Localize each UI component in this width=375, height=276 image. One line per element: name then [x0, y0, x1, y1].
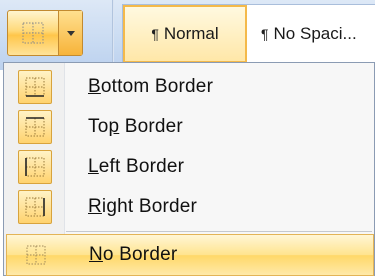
all-borders-icon — [22, 22, 44, 44]
bottom-border-icon — [18, 70, 52, 104]
chevron-down-icon — [66, 31, 75, 36]
menu-item-label: Bottom Border — [88, 76, 214, 97]
borders-split-button[interactable] — [7, 10, 83, 56]
menu-item-label: Top Border — [88, 116, 183, 137]
menu-item-label: Left Border — [88, 156, 185, 177]
menu-divider — [66, 231, 372, 232]
pilcrow-icon: ¶ — [151, 26, 159, 42]
menu-item-right-border[interactable]: Right Border — [6, 186, 374, 228]
borders-dropdown-arrow[interactable] — [59, 11, 82, 55]
menu-item-label: No Border — [89, 244, 178, 265]
style-label: Normal — [163, 24, 219, 43]
menu-item-no-border[interactable]: No Border — [6, 234, 374, 276]
ribbon-separator — [112, 0, 114, 70]
borders-menu: Bottom Border Top Border Left Border Rig… — [3, 62, 375, 276]
style-label: No Spaci... — [273, 24, 357, 43]
top-border-icon — [18, 110, 52, 144]
style-no-spacing[interactable]: ¶ No Spaci... — [251, 5, 375, 63]
quick-styles-gallery: ¶ Normal ¶ No Spaci... — [122, 4, 375, 64]
left-border-icon — [18, 150, 52, 184]
menu-item-bottom-border[interactable]: Bottom Border — [6, 66, 374, 108]
borders-button[interactable] — [8, 11, 59, 55]
menu-item-label: Right Border — [88, 196, 198, 217]
menu-item-top-border[interactable]: Top Border — [6, 106, 374, 148]
style-normal[interactable]: ¶ Normal — [123, 5, 247, 63]
right-border-icon — [18, 190, 52, 224]
pilcrow-icon: ¶ — [261, 26, 269, 42]
menu-item-left-border[interactable]: Left Border — [6, 146, 374, 188]
no-border-icon — [19, 238, 53, 272]
